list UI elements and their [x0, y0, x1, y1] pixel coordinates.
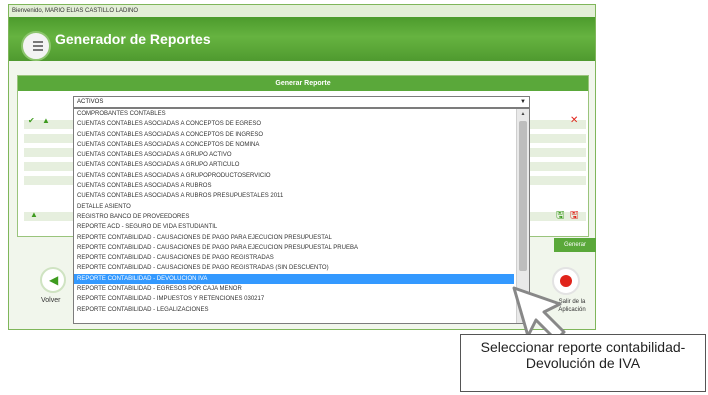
- report-options-list[interactable]: COMPROBANTES CONTABLES CUENTAS CONTABLES …: [73, 108, 530, 324]
- volver-label: Volver: [41, 297, 61, 304]
- list-item[interactable]: CUENTAS CONTABLES ASOCIADAS A RUBROS: [74, 181, 514, 191]
- list-item[interactable]: CUENTAS CONTABLES ASOCIADAS A GRUPO ARTI…: [74, 160, 514, 170]
- scroll-thumb[interactable]: [519, 121, 527, 271]
- list-item[interactable]: REPORTE CONTABILIDAD - IMPUESTOS Y RETEN…: [74, 294, 514, 304]
- list-item[interactable]: CUENTAS CONTABLES ASOCIADAS A CONCEPTOS …: [74, 140, 514, 150]
- list-item[interactable]: CUENTAS CONTABLES ASOCIADAS A CONCEPTOS …: [74, 119, 514, 129]
- back-arrow-icon: ◀: [49, 273, 59, 287]
- list-item[interactable]: REPORTE CONTABILIDAD - EGRESOS POR CAJA …: [74, 284, 514, 294]
- list-item[interactable]: DETALLE ASIENTO: [74, 202, 514, 212]
- report-select[interactable]: ACTIVOS ▼: [73, 96, 530, 108]
- welcome-bar: Bienvenido, MARIO ELIAS CASTILLO LADINO: [9, 5, 595, 17]
- page-title: Generador de Reportes: [55, 31, 211, 47]
- list-item[interactable]: REPORTE ACD - SEGURO DE VIDA ESTUDIANTIL: [74, 222, 514, 232]
- list-item[interactable]: CUENTAS CONTABLES ASOCIADAS A CONCEPTOS …: [74, 130, 514, 140]
- chevron-down-icon[interactable]: ▼: [520, 97, 526, 107]
- list-item[interactable]: REPORTE CONTABILIDAD - CAUSACIONES DE PA…: [74, 243, 514, 253]
- list-item[interactable]: REGISTRO BANCO DE PROVEEDORES: [74, 212, 514, 222]
- list-item[interactable]: REPORTE CONTABILIDAD - CAUSACIONES DE PA…: [74, 233, 514, 243]
- list-item[interactable]: CUENTAS CONTABLES ASOCIADAS A GRUPO ACTI…: [74, 150, 514, 160]
- check-icon[interactable]: ✔: [28, 116, 35, 125]
- list-item[interactable]: REPORTE CONTABILIDAD - LEGALIZACIONES: [74, 305, 514, 315]
- save-icon[interactable]: 🖫: [556, 208, 565, 225]
- up-arrow-icon[interactable]: ▲: [42, 116, 50, 125]
- select-value: ACTIVOS: [77, 99, 104, 105]
- list-item[interactable]: CUENTAS CONTABLES ASOCIADAS A RUBROS PRE…: [74, 191, 514, 201]
- volver-button[interactable]: ◀: [40, 267, 66, 293]
- save-icon[interactable]: 🖫: [570, 208, 579, 225]
- list-item[interactable]: COMPROBANTES CONTABLES: [74, 109, 514, 119]
- panel-title: Generar Reporte: [18, 76, 588, 91]
- list-item[interactable]: CUENTAS CONTABLES ASOCIADAS A GRUPOPRODU…: [74, 171, 514, 181]
- list-item[interactable]: REPORTE CONTABILIDAD - CAUSACIONES DE PA…: [74, 263, 514, 273]
- instruction-callout: Seleccionar reporte contabilidad- Devolu…: [460, 334, 706, 392]
- list-item[interactable]: REPORTE CONTABILIDAD - CAUSACIONES DE PA…: [74, 253, 514, 263]
- scroll-up-icon[interactable]: ▲: [517, 109, 529, 119]
- close-x-icon[interactable]: ✕: [570, 115, 578, 126]
- generar-button[interactable]: Generar: [554, 238, 596, 252]
- reports-icon: [21, 31, 51, 61]
- up-arrow-icon[interactable]: ▲: [30, 210, 38, 219]
- list-item-selected[interactable]: REPORTE CONTABILIDAD - DEVOLUCION IVA: [74, 273, 514, 285]
